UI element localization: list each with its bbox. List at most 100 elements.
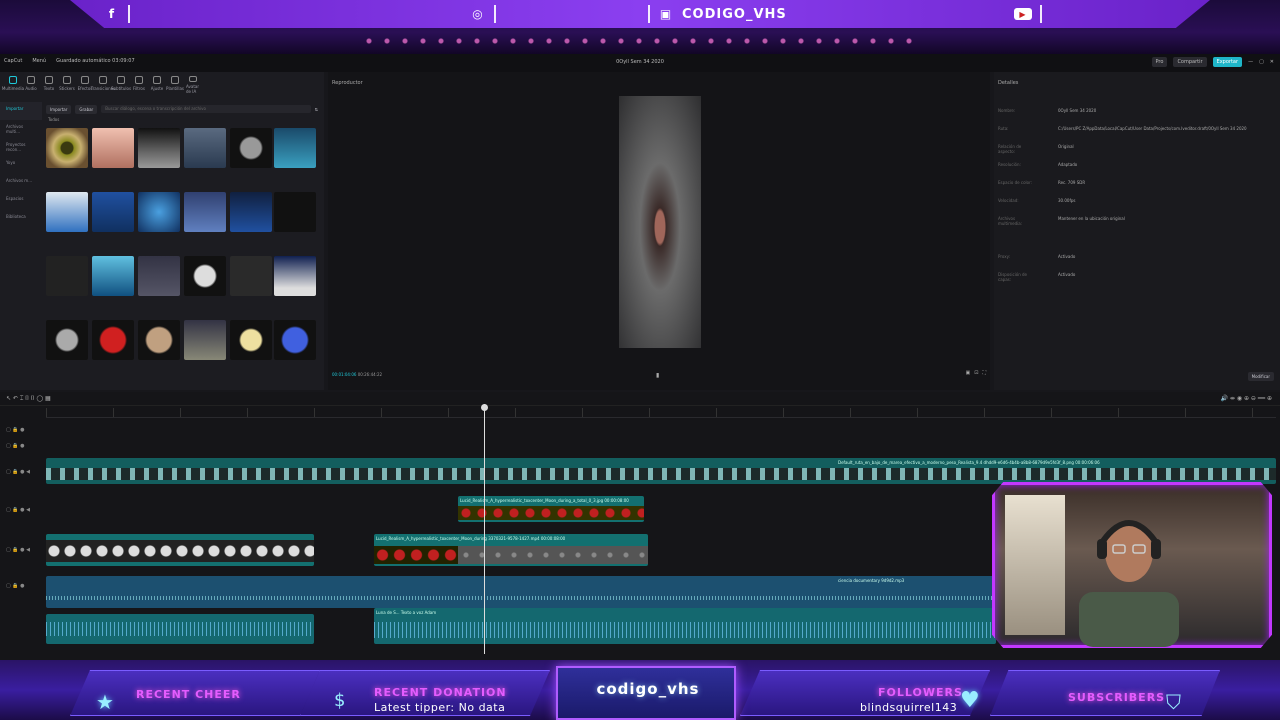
media-thumb[interactable] xyxy=(274,128,316,168)
tool-transitions[interactable]: Transiciones xyxy=(91,76,115,94)
instagram-icon: ◎ xyxy=(472,7,484,21)
close-icon[interactable]: ✕ xyxy=(1270,59,1274,65)
subscriber-badge-icon: ⛉ xyxy=(1166,690,1181,714)
clip-red-moon[interactable]: Lucid_Realism_A_hyperrealistic_toxcenter… xyxy=(458,496,644,522)
instagram-link[interactable]: ◎ xyxy=(470,4,496,24)
media-thumb[interactable] xyxy=(184,256,226,296)
clip-moon-video[interactable]: Lucid_Realism_A_hyperrealistic_toxcenter… xyxy=(374,534,648,566)
tool-effects[interactable]: Efectos xyxy=(78,76,92,94)
webcam-overlay xyxy=(992,482,1272,648)
sidebar-item-spaces[interactable]: Espacios xyxy=(0,192,42,210)
sidebar-item-import[interactable]: Importar xyxy=(0,102,42,120)
tool-media[interactable]: Multimedia xyxy=(2,76,24,94)
media-thumb[interactable] xyxy=(274,256,316,296)
subscribers-title: SUBSCRIBERS xyxy=(1068,691,1166,704)
media-thumb[interactable] xyxy=(92,128,134,168)
youtube-icon: ▶ xyxy=(1014,8,1032,20)
export-button[interactable]: Exportar xyxy=(1212,57,1243,67)
tool-text[interactable]: Texto xyxy=(42,76,56,94)
timeline-tools-icon[interactable]: ↖ ↶ ⌶ ⌷ ⌷ ◯ ▦ xyxy=(6,395,51,403)
tool-filters[interactable]: Filtros xyxy=(132,76,146,94)
maximize-icon[interactable]: ▢ xyxy=(1259,59,1264,65)
detail-row: Proxy: Activado xyxy=(998,254,1076,259)
clip-overlay[interactable]: Default_ruta_en_bajo_de_marea_efectivo_a… xyxy=(46,458,1276,484)
video-preview[interactable] xyxy=(619,96,701,348)
minimize-icon[interactable]: — xyxy=(1248,59,1253,65)
recent-donation-title: RECENT DONATION xyxy=(374,686,507,699)
media-thumb[interactable] xyxy=(138,320,180,360)
media-thumb[interactable] xyxy=(184,192,226,232)
media-icon xyxy=(9,76,17,84)
fullscreen-icon[interactable]: ⛶ xyxy=(982,370,986,376)
screen: f ◎ ▣ CODIGO_VHS ▶ CapCut Menú Guardado … xyxy=(0,0,1280,720)
pro-button[interactable]: Pro xyxy=(1151,57,1168,67)
media-thumb[interactable] xyxy=(138,192,180,232)
decorative-dots xyxy=(360,34,920,48)
import-button[interactable]: Importar xyxy=(46,104,72,114)
media-thumb[interactable] xyxy=(46,320,88,360)
media-thumb[interactable] xyxy=(230,128,272,168)
share-button[interactable]: Compartir xyxy=(1173,57,1207,67)
tool-captions[interactable]: Subtítulos xyxy=(111,76,131,94)
effects-icon xyxy=(81,76,89,84)
media-thumb[interactable] xyxy=(46,128,88,168)
media-thumb[interactable] xyxy=(184,128,226,168)
tool-stickers[interactable]: Stickers xyxy=(59,76,75,94)
media-thumb[interactable] xyxy=(184,320,226,360)
filter-icon[interactable]: ⇅ xyxy=(315,107,318,112)
tool-templates[interactable]: Plantillas xyxy=(166,76,184,94)
clip-voice[interactable]: Luna de S... Texto a voz Adam xyxy=(374,608,996,644)
media-thumb[interactable] xyxy=(92,256,134,296)
media-thumb[interactable] xyxy=(46,192,88,232)
ratio-icon[interactable]: ▣ xyxy=(966,370,971,376)
detail-row: Nombre: 0Oyll Sem 34 2020 xyxy=(998,108,1097,113)
audio-icon xyxy=(27,76,35,84)
details-panel: Detalles Nombre: 0Oyll Sem 34 2020 Ruta: C… xyxy=(994,72,1280,390)
money-icon: $ xyxy=(334,690,346,711)
channel-panel: codigo_vhs xyxy=(556,666,736,720)
facebook-icon: f xyxy=(108,7,116,21)
timeline-zoom-slider[interactable]: 🔊 ⇹ ◉ ⊕ ⊖ ━━ ⊕ xyxy=(1221,395,1272,402)
media-thumb[interactable] xyxy=(274,192,316,232)
media-thumb[interactable] xyxy=(138,256,180,296)
sidebar-item-files[interactable]: Archivos multi... xyxy=(0,120,42,138)
facebook-link[interactable]: f xyxy=(104,4,130,24)
tool-ai-avatar[interactable]: Avatar de IA xyxy=(186,76,200,94)
media-thumb[interactable] xyxy=(92,320,134,360)
templates-icon xyxy=(171,76,179,84)
sidebar-item-archives[interactable]: Archivos m... xyxy=(0,174,42,192)
detail-row: Espacio de color: Rec. 709 SDR xyxy=(998,180,1086,185)
twitch-link[interactable]: ▣ CODIGO_VHS xyxy=(648,4,787,24)
play-button[interactable]: ▮ xyxy=(656,372,659,379)
captions-icon xyxy=(117,76,125,84)
clip-voice-left[interactable] xyxy=(46,614,314,644)
youtube-link[interactable]: ▶ xyxy=(1014,4,1042,24)
tool-audio[interactable]: Audio xyxy=(24,76,38,94)
media-thumb[interactable] xyxy=(274,320,316,360)
playhead[interactable] xyxy=(481,404,488,654)
timecode: 00:01:04:06 00:26:44:22 xyxy=(332,372,382,377)
modify-button[interactable]: Modificar xyxy=(1247,372,1274,381)
search-input[interactable]: Buscar diálogo, escena o transcripción d… xyxy=(101,105,311,113)
text-icon xyxy=(45,76,53,84)
media-thumb[interactable] xyxy=(92,192,134,232)
sidebar-item-projects[interactable]: Proyectos recon... xyxy=(0,138,42,156)
media-thumb[interactable] xyxy=(46,256,88,296)
streamer-avatar xyxy=(1079,520,1179,647)
record-button[interactable]: Grabar xyxy=(75,104,98,114)
clip-moons[interactable] xyxy=(46,534,314,566)
media-search-row: Importar Grabar Buscar diálogo, escena o… xyxy=(46,104,318,114)
detail-row: Ruta: C:/Users/PC Z/AppData/Local/CapCut/… xyxy=(998,126,1247,131)
clip-music[interactable]: ciencia documentary 9d9d2.mp3 xyxy=(46,576,996,608)
detail-row: Velocidad: 30.00fps xyxy=(998,198,1076,203)
sidebar-item-library[interactable]: Biblioteca xyxy=(0,210,42,228)
media-thumb[interactable] xyxy=(230,192,272,232)
media-thumb[interactable] xyxy=(138,128,180,168)
media-sidebar: Importar Archivos multi... Proyectos rec… xyxy=(0,102,42,390)
media-thumb[interactable] xyxy=(230,256,272,296)
zoom-icon[interactable]: ⊡ xyxy=(974,370,978,376)
media-thumb[interactable] xyxy=(230,320,272,360)
track-controls[interactable]: ▢ 🔒 ● ▢ 🔒 ● ▢ 🔒 ● ◀ ▢ 🔒 ● ◀ ▢ 🔒 ● ◀ ▢ 🔒 … xyxy=(6,428,30,614)
tool-adjust[interactable]: Ajuste xyxy=(150,76,164,94)
sidebar-item-yoyo[interactable]: Yoyo xyxy=(0,156,42,174)
